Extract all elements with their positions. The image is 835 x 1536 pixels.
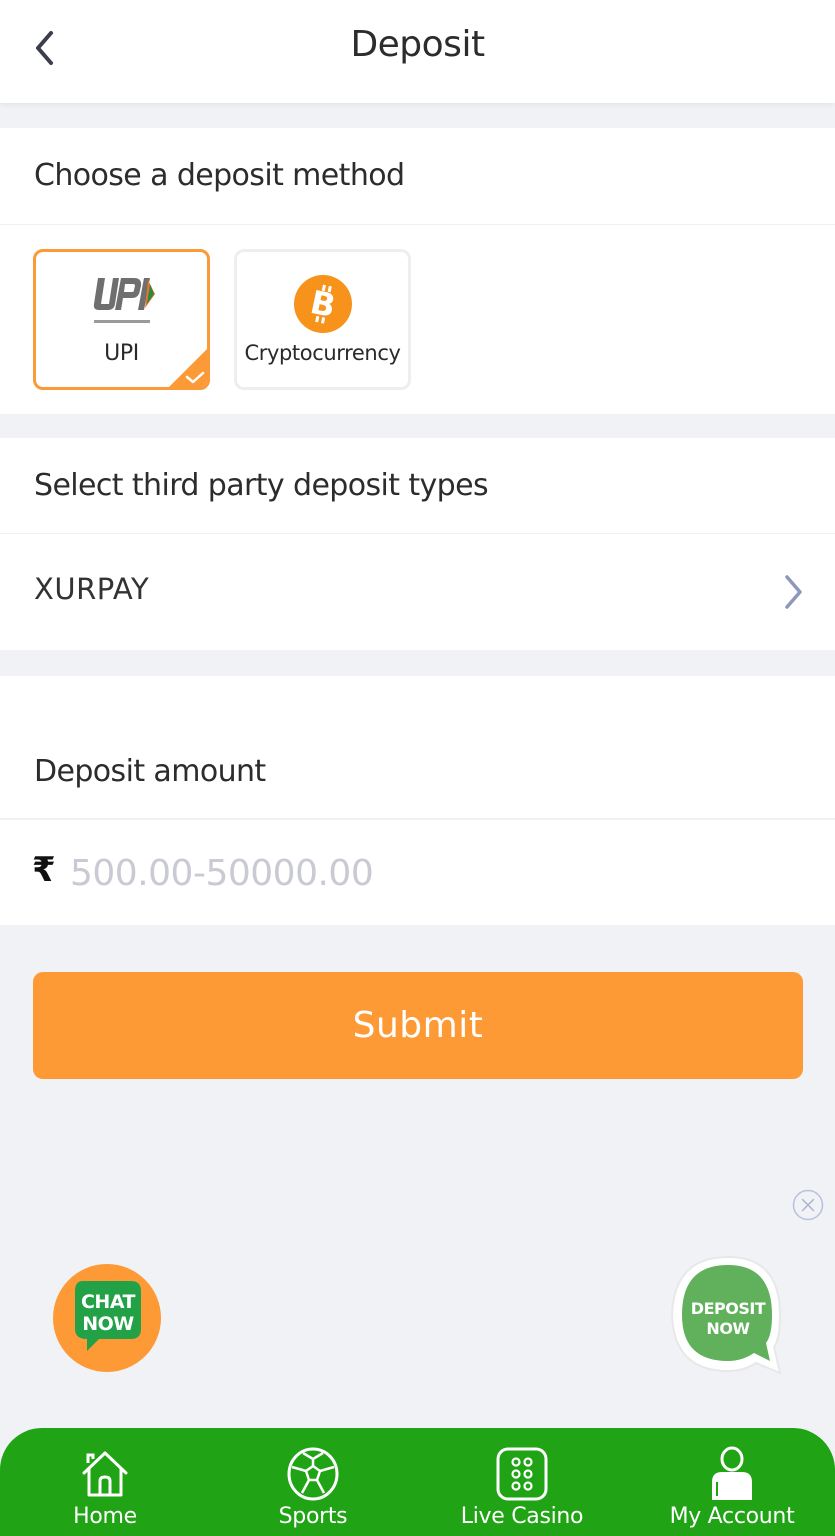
- nav-label-home: Home: [73, 1504, 137, 1529]
- amount-input[interactable]: [70, 844, 770, 902]
- method-card-upi[interactable]: UPI: [33, 249, 210, 390]
- deposit-amount-title: Deposit amount: [34, 754, 266, 789]
- deposit-amount-section: Deposit amount: [0, 676, 835, 818]
- rupee-icon: ₹: [32, 850, 56, 890]
- deposit-now-line1: DEPOSIT: [690, 1299, 766, 1318]
- divider: [0, 224, 835, 225]
- soccer-ball-icon: [287, 1447, 339, 1501]
- header: Deposit: [0, 0, 835, 103]
- nav-item-sports[interactable]: Sports: [223, 1428, 403, 1536]
- third-party-type-row[interactable]: XURPAY: [0, 534, 835, 650]
- chat-now-line1: CHAT: [80, 1291, 136, 1313]
- chat-now-button[interactable]: CHAT NOW: [53, 1263, 163, 1373]
- method-card-cryptocurrency[interactable]: B Cryptocurrency: [234, 249, 411, 390]
- bitcoin-icon: B: [294, 275, 352, 333]
- third-party-title: Select third party deposit types: [34, 468, 489, 503]
- nav-item-my-account[interactable]: My Account: [642, 1428, 822, 1536]
- chevron-right-icon: [785, 575, 802, 609]
- user-icon: [712, 1446, 752, 1500]
- nav-item-home[interactable]: Home: [15, 1428, 195, 1536]
- nav-label-live-casino: Live Casino: [460, 1504, 584, 1529]
- chat-now-line2: NOW: [82, 1313, 134, 1335]
- nav-item-live-casino[interactable]: Live Casino: [432, 1428, 612, 1536]
- method-label-cryptocurrency: Cryptocurrency: [244, 341, 401, 365]
- divider: [0, 818, 835, 819]
- third-party-type-value: XURPAY: [34, 572, 150, 606]
- deposit-now-line2: NOW: [706, 1319, 750, 1338]
- nav-label-my-account: My Account: [669, 1504, 795, 1529]
- close-icon[interactable]: [792, 1189, 824, 1221]
- bottom-nav: Home Sports Live Casino My Account: [0, 1428, 835, 1536]
- submit-button[interactable]: Submit: [33, 972, 803, 1079]
- deposit-method-title: Choose a deposit method: [34, 158, 405, 193]
- amount-field-row: ₹: [0, 820, 835, 925]
- home-icon: [82, 1451, 128, 1497]
- nav-label-sports: Sports: [278, 1504, 348, 1529]
- selected-check-icon: [169, 349, 207, 387]
- dice-icon: [496, 1447, 548, 1501]
- upi-logo-icon: [93, 278, 155, 323]
- deposit-now-button[interactable]: DEPOSIT NOW: [668, 1255, 788, 1377]
- page-title: Deposit: [350, 24, 485, 65]
